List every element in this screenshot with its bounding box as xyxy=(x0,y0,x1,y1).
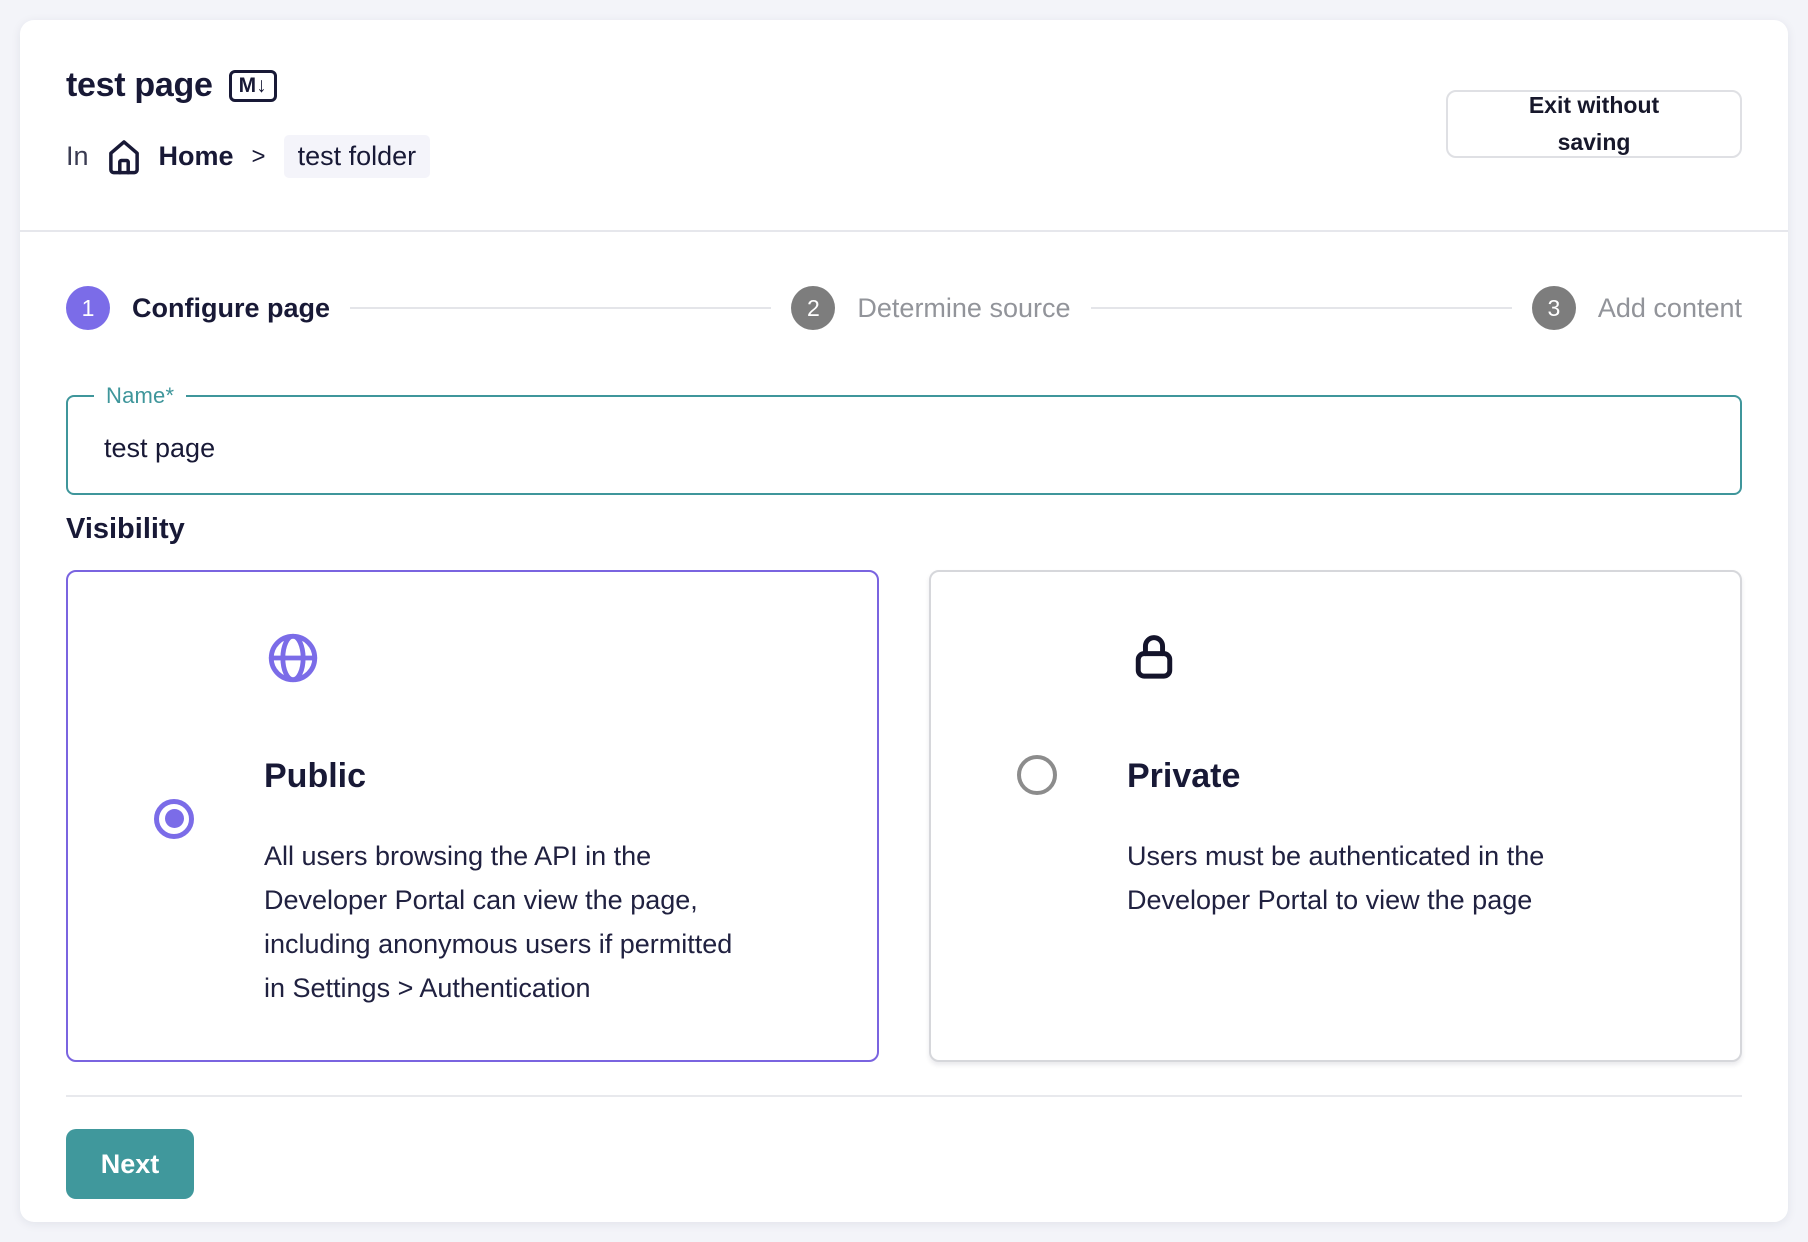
wizard-stepper: 1 Configure page 2 Determine source 3 Ad… xyxy=(66,285,1742,331)
visibility-option-private[interactable]: Private Users must be authenticated in t… xyxy=(929,570,1742,1062)
markdown-icon: M↓ xyxy=(229,70,277,102)
globe-icon xyxy=(264,627,837,687)
home-icon xyxy=(103,136,145,178)
step-add-content[interactable]: 3 Add content xyxy=(1532,286,1742,330)
breadcrumb-separator: > xyxy=(252,143,266,171)
private-radio[interactable] xyxy=(1017,755,1057,795)
private-title: Private xyxy=(1127,757,1700,796)
exit-without-saving-button[interactable]: Exit without saving xyxy=(1446,90,1742,158)
public-title: Public xyxy=(264,757,837,796)
visibility-label: Visibility xyxy=(66,513,1742,546)
step-1-label: Configure page xyxy=(132,293,330,324)
visibility-options: Public All users browsing the API in the… xyxy=(66,570,1742,1062)
page-title: test page xyxy=(66,66,213,105)
step-1-circle: 1 xyxy=(66,286,110,330)
next-button[interactable]: Next xyxy=(66,1129,194,1199)
breadcrumb-prefix: In xyxy=(66,141,89,172)
header-divider xyxy=(20,230,1788,232)
lock-icon xyxy=(1127,627,1700,687)
wizard-header: test page M↓ In Home > test folder Exit … xyxy=(20,20,1788,232)
step-2-circle: 2 xyxy=(791,286,835,330)
stepper-connector xyxy=(350,307,771,309)
footer-divider xyxy=(66,1095,1742,1097)
step-3-circle: 3 xyxy=(1532,286,1576,330)
step-determine-source[interactable]: 2 Determine source xyxy=(791,286,1070,330)
visibility-option-public[interactable]: Public All users browsing the API in the… xyxy=(66,570,879,1062)
step-2-label: Determine source xyxy=(857,293,1070,324)
name-input[interactable] xyxy=(68,397,1740,493)
private-description: Users must be authenticated in the Devel… xyxy=(1127,834,1700,922)
step-3-label: Add content xyxy=(1598,293,1742,324)
breadcrumb-folder[interactable]: test folder xyxy=(284,135,431,178)
stepper-connector xyxy=(1091,307,1512,309)
step-configure-page[interactable]: 1 Configure page xyxy=(66,286,330,330)
wizard-body: 1 Configure page 2 Determine source 3 Ad… xyxy=(20,232,1788,1222)
name-field-label: Name* xyxy=(94,383,186,409)
breadcrumb-home[interactable]: Home xyxy=(159,141,234,172)
page-wizard-card: test page M↓ In Home > test folder Exit … xyxy=(20,20,1788,1222)
public-radio[interactable] xyxy=(154,799,194,839)
name-field: Name* xyxy=(66,395,1742,495)
public-description: All users browsing the API in the Develo… xyxy=(264,834,837,1010)
